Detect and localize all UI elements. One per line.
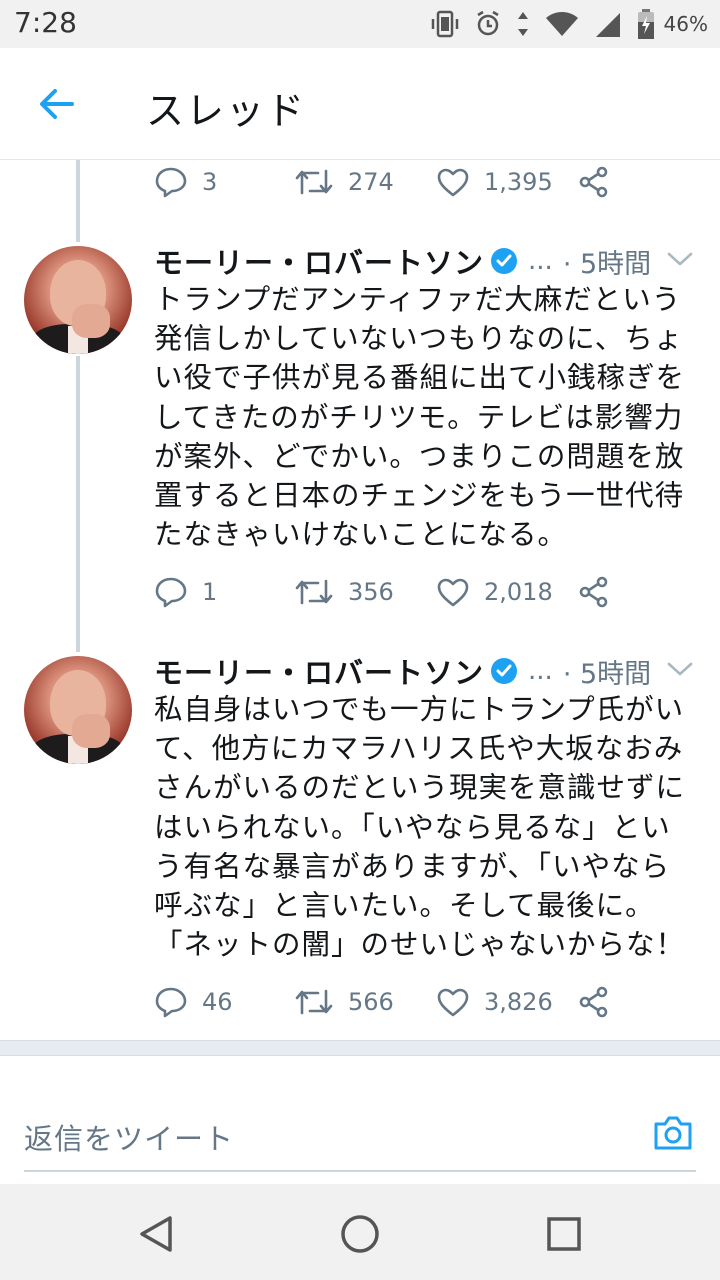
reply-bar: 返信をツイート bbox=[0, 1082, 720, 1184]
like-count: 3,826 bbox=[484, 988, 553, 1016]
retweet-button[interactable]: 274 bbox=[294, 167, 436, 197]
share-icon bbox=[579, 986, 608, 1018]
tweet-text: 私自身はいつでも一方にトランプ氏がい て、他方にカマラハリス氏や大坂なおみ さん… bbox=[154, 690, 700, 964]
tweet-header: モーリー・ロバートソン ... · 5時間 bbox=[154, 650, 651, 692]
wifi-icon bbox=[544, 9, 580, 39]
app-header: スレッド bbox=[0, 48, 720, 160]
reply-button[interactable]: 3 bbox=[154, 166, 294, 198]
reply-count: 3 bbox=[202, 168, 218, 196]
verified-icon bbox=[490, 657, 518, 685]
like-count: 1,395 bbox=[484, 168, 553, 196]
tweet-time: · 5時間 bbox=[562, 658, 652, 690]
share-button[interactable] bbox=[578, 166, 610, 198]
tweet-text-line: い役で子供が見る番組に出て小銭稼ぎを bbox=[154, 361, 686, 395]
system-nav-bar bbox=[0, 1184, 720, 1280]
tweet-text-line: トランプだアンティファだ大麻だという bbox=[154, 283, 682, 316]
retweet-icon bbox=[295, 169, 333, 195]
caret-down-icon bbox=[667, 662, 693, 676]
tweet-text-line: 私自身はいつでも一方にトランプ氏がい bbox=[154, 693, 685, 726]
thread-connector-line bbox=[76, 160, 80, 242]
like-button[interactable]: 3,826 bbox=[436, 987, 578, 1017]
alarm-icon bbox=[474, 9, 502, 39]
camera-button[interactable] bbox=[652, 1114, 694, 1156]
tweet-text-line: さんがいるのだという現実を意識せずに bbox=[154, 771, 686, 805]
tweet-menu-button[interactable] bbox=[666, 660, 694, 682]
battery-percent: 46% bbox=[663, 12, 708, 36]
status-bar: 7:28 46% bbox=[0, 0, 720, 48]
caret-down-icon bbox=[667, 252, 693, 266]
reply-count: 46 bbox=[202, 988, 233, 1016]
tweet-text-line: してきたのがチリツモ。テレビは影響力 bbox=[154, 400, 684, 434]
reply-icon bbox=[155, 167, 187, 198]
back-arrow-icon bbox=[40, 89, 74, 119]
like-count: 2,018 bbox=[484, 578, 553, 606]
status-icons: 46% bbox=[430, 8, 708, 40]
tweet-text-line: たなきゃいけないことになる。 bbox=[154, 518, 568, 552]
tweet-text-line: はいられない。「いやなら見るな」とい bbox=[154, 810, 671, 844]
tweet-time: · 5時間 bbox=[562, 248, 652, 280]
reply-icon bbox=[155, 577, 187, 608]
nav-home-button[interactable] bbox=[336, 1210, 384, 1258]
share-button[interactable] bbox=[578, 576, 610, 608]
like-button[interactable]: 2,018 bbox=[436, 577, 578, 607]
author-name[interactable]: モーリー・ロバートソン bbox=[154, 650, 484, 692]
tweet-actions: 1 356 2,018 bbox=[154, 570, 610, 614]
tweet-text-line: 「ネットの闇」のせいじゃないからな！ bbox=[154, 928, 686, 962]
thread-list[interactable]: 3 274 1,395 モーリー・ロバートソン ... · 5時間 トランプだア… bbox=[0, 160, 720, 1040]
tweet-text-line: う有名な暴言がありますが、「いやなら bbox=[154, 849, 671, 883]
page-title: スレッド bbox=[146, 89, 307, 133]
retweet-count: 566 bbox=[348, 988, 394, 1016]
signal-icon bbox=[594, 9, 622, 39]
like-icon bbox=[437, 578, 469, 607]
like-icon bbox=[437, 168, 469, 197]
vibrate-icon bbox=[430, 9, 460, 39]
section-divider bbox=[0, 1040, 720, 1056]
status-time: 7:28 bbox=[14, 6, 77, 39]
retweet-icon bbox=[295, 579, 333, 605]
tweet-text-line: 呼ぶな」と言いたい。そして最後に。 bbox=[154, 889, 655, 923]
share-icon bbox=[579, 166, 608, 198]
retweet-icon bbox=[295, 989, 333, 1015]
share-icon bbox=[579, 576, 608, 608]
nav-back-icon bbox=[140, 1216, 172, 1252]
reply-input[interactable]: 返信をツイート bbox=[24, 1104, 696, 1172]
tweet-text-line: が案外、どでかい。つまりこの問題を放 bbox=[154, 439, 685, 473]
avatar[interactable] bbox=[24, 246, 132, 354]
tweet-menu-button[interactable] bbox=[666, 250, 694, 272]
retweet-button[interactable]: 356 bbox=[294, 577, 436, 607]
tweet-header: モーリー・ロバートソン ... · 5時間 bbox=[154, 240, 651, 282]
nav-back-button[interactable] bbox=[132, 1210, 180, 1258]
nav-home-icon bbox=[341, 1215, 379, 1253]
battery-icon bbox=[636, 8, 656, 40]
reply-button[interactable]: 46 bbox=[154, 986, 294, 1018]
nav-recents-icon bbox=[547, 1217, 581, 1251]
reply-icon bbox=[155, 987, 187, 1018]
nav-recents-button[interactable] bbox=[540, 1210, 588, 1258]
data-arrows-icon bbox=[516, 9, 530, 39]
avatar[interactable] bbox=[24, 656, 132, 764]
tweet-actions-top: 3 274 1,395 bbox=[154, 160, 610, 204]
retweet-count: 274 bbox=[348, 168, 394, 196]
back-button[interactable] bbox=[32, 84, 80, 124]
tweet-text-line: 置すると日本のチェンジをもう一世代待 bbox=[154, 479, 685, 513]
tweet-actions: 46 566 3,826 bbox=[154, 980, 610, 1024]
retweet-button[interactable]: 566 bbox=[294, 987, 436, 1017]
tweet-text-line: て、他方にカマラハリス氏や大坂なおみ bbox=[154, 732, 684, 766]
thread-connector-line bbox=[76, 356, 80, 652]
reply-count: 1 bbox=[202, 578, 218, 606]
like-icon bbox=[437, 988, 469, 1017]
author-name[interactable]: モーリー・ロバートソン bbox=[154, 240, 484, 282]
camera-icon bbox=[654, 1116, 692, 1150]
reply-button[interactable]: 1 bbox=[154, 576, 294, 608]
tweet-text-line: 発信しかしていないつもりなのに、ちょ bbox=[154, 322, 684, 356]
tweet-text: トランプだアンティファだ大麻だという 発信しかしていないつもりなのに、ちょ い役… bbox=[154, 280, 700, 554]
author-handle: ... bbox=[528, 246, 553, 276]
share-button[interactable] bbox=[578, 986, 610, 1018]
retweet-count: 356 bbox=[348, 578, 394, 606]
author-handle: ... bbox=[528, 656, 553, 686]
verified-icon bbox=[490, 247, 518, 275]
like-button[interactable]: 1,395 bbox=[436, 167, 578, 197]
